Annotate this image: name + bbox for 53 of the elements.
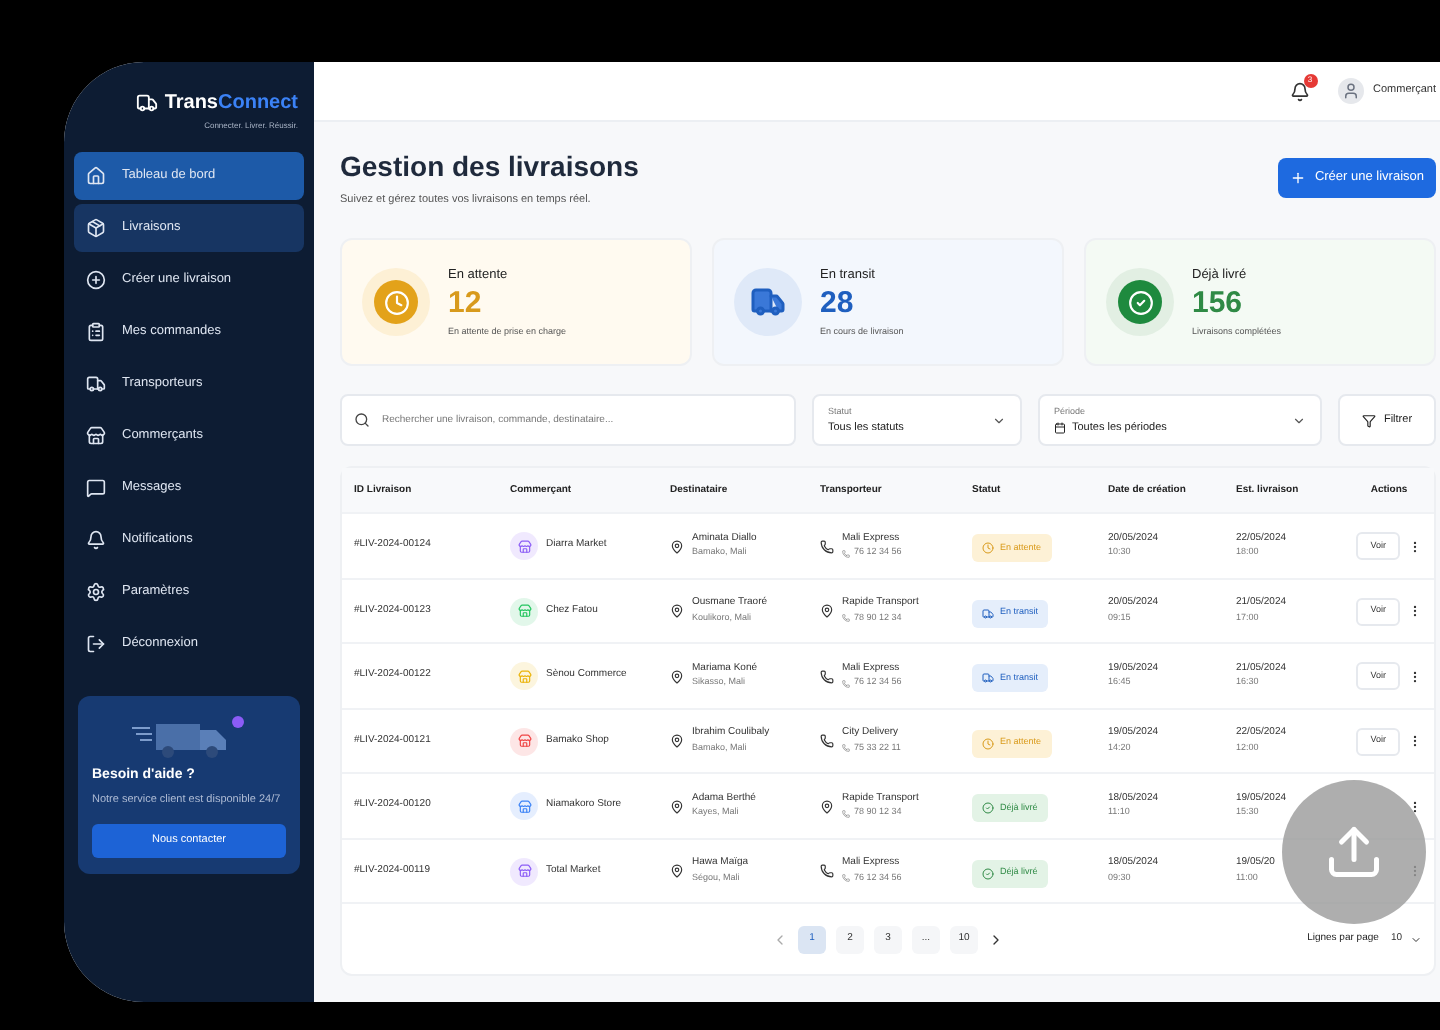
phone-icon — [820, 864, 834, 878]
bell-icon — [86, 530, 106, 550]
next-page-icon[interactable] — [988, 931, 1004, 948]
box-icon — [86, 218, 106, 238]
bell-icon[interactable] — [1289, 81, 1310, 101]
page-title: Gestion des livraisons — [340, 148, 639, 186]
location-pin-icon — [670, 539, 684, 553]
more-icon[interactable] — [1408, 734, 1422, 748]
clipboard-icon — [86, 322, 106, 342]
stat-value: 12 — [448, 285, 484, 322]
more-icon[interactable] — [1408, 604, 1422, 618]
chevron-down-icon — [1410, 933, 1422, 946]
plus-icon — [1290, 170, 1307, 186]
location-pin-icon — [670, 669, 684, 683]
chevron-down-icon — [992, 413, 1006, 428]
truck-icon — [750, 284, 786, 321]
location-pin-icon — [670, 864, 684, 878]
more-icon[interactable] — [1408, 539, 1422, 553]
truck-icon — [86, 374, 106, 394]
phone-icon — [842, 874, 850, 883]
home-icon — [86, 166, 106, 186]
calendar-icon — [1054, 421, 1066, 434]
message-icon — [86, 478, 106, 498]
truck-logo-icon — [136, 92, 159, 114]
more-icon[interactable] — [1408, 799, 1422, 813]
avatar[interactable] — [1337, 78, 1364, 104]
stat-value: 28 — [820, 285, 856, 322]
stat-value: 156 — [1192, 285, 1245, 322]
gear-icon — [86, 582, 106, 602]
phone-icon — [820, 539, 834, 553]
more-icon[interactable] — [1408, 669, 1422, 683]
brand-name: TransConnect — [164, 90, 298, 118]
phone-icon — [842, 744, 850, 753]
plus-circle-icon — [86, 270, 106, 290]
store-icon — [86, 426, 106, 446]
phone-icon — [842, 549, 850, 558]
location-pin-icon — [820, 604, 834, 618]
phone-icon — [842, 809, 850, 818]
phone-icon — [842, 614, 850, 623]
location-pin-icon — [670, 604, 684, 618]
logout-icon — [86, 634, 106, 654]
search-icon — [354, 412, 370, 429]
clock-icon — [383, 289, 409, 316]
check-circle-icon — [1127, 289, 1153, 316]
chevron-down-icon — [1292, 413, 1306, 428]
location-pin-icon — [820, 799, 834, 813]
filter-icon — [1361, 413, 1376, 428]
phone-icon — [842, 679, 850, 688]
share-icon — [1324, 822, 1384, 882]
phone-icon — [820, 669, 834, 683]
location-pin-icon — [670, 799, 684, 813]
phone-icon — [820, 734, 834, 748]
location-pin-icon — [670, 734, 684, 748]
